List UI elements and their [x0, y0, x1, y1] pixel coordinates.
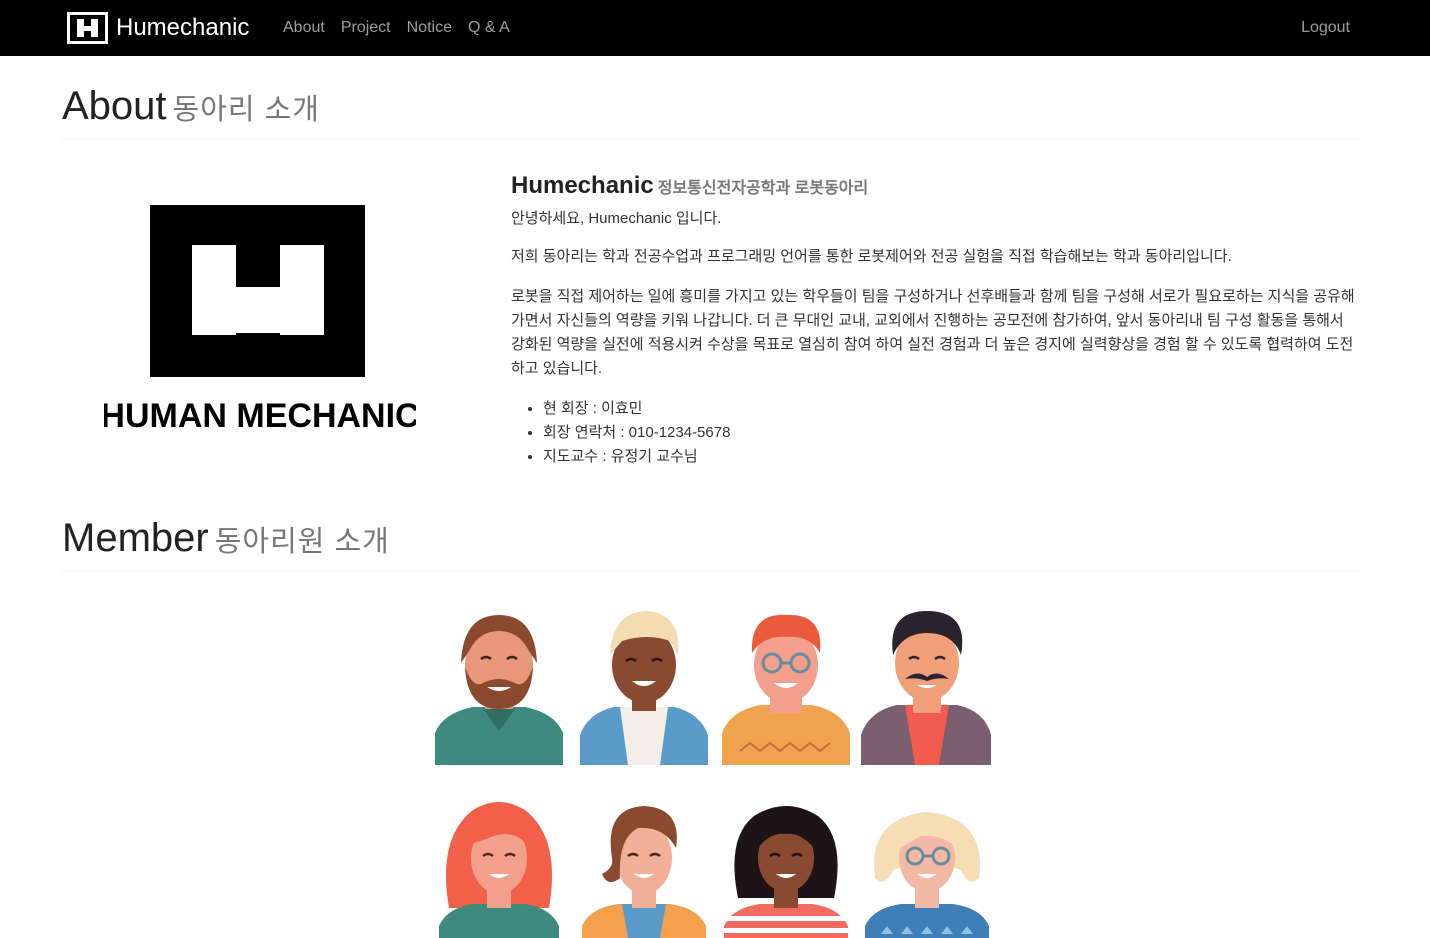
logo-wordmark: HUMAN MECHANIC [104, 397, 416, 435]
brown-hair-woman-avatar-icon [582, 806, 706, 938]
greeting-text: 안녕하세요, Humechanic 입니다. [511, 210, 722, 227]
human-mechanic-logo-icon: HUMAN MECHANIC [100, 205, 420, 435]
member-avatar-1[interactable] [433, 605, 565, 765]
blonde-man-avatar-icon [580, 611, 708, 765]
member-avatar-2[interactable] [578, 605, 710, 765]
member-heading-sub: 동아리원 소개 [214, 526, 390, 558]
member-avatar-5[interactable] [433, 798, 565, 938]
about-heading: About [62, 84, 167, 128]
member-avatar-3[interactable] [720, 605, 852, 765]
intro-paragraph-2: 로봇을 직접 제어하는 일에 흥미를 가지고 있는 학우들이 팀을 구성하거나 … [511, 288, 1355, 377]
member-avatar-8[interactable] [861, 798, 993, 938]
redhead-glasses-man-avatar-icon [722, 614, 850, 765]
nav-project[interactable]: Project [341, 17, 391, 39]
brand-name: Humechanic [116, 14, 250, 41]
nav-notice[interactable]: Notice [407, 17, 452, 39]
about-content: Humechanic 정보통신전자공학과 로봇동아리 안녕하세요, Humecha… [511, 170, 1361, 469]
mustache-man-avatar-icon [861, 611, 991, 765]
redhead-woman-avatar-icon [439, 802, 559, 938]
club-info-list: 현 회장 : 이효민 회장 연락처 : 010-1234-5678 지도교수 :… [511, 397, 1361, 469]
member-section-header: Member 동아리원 소개 [62, 516, 1360, 572]
bearded-man-avatar-icon [435, 615, 563, 765]
brand-logo-icon [67, 12, 108, 44]
nav-qna[interactable]: Q & A [468, 17, 510, 39]
nav-about[interactable]: About [283, 17, 325, 39]
top-navbar: Humechanic About Project Notice Q & A Lo… [0, 0, 1430, 56]
main-nav: About Project Notice Q & A [283, 17, 510, 39]
member-avatar-6[interactable] [578, 798, 710, 938]
club-desc: 정보통신전자공학과 로봇동아리 [657, 180, 869, 197]
club-title: Humechanic 정보통신전자공학과 로봇동아리 [511, 170, 1361, 205]
member-heading: Member [62, 516, 209, 560]
club-name: Humechanic [511, 172, 654, 199]
info-president: 현 회장 : 이효민 [543, 397, 1361, 421]
info-advisor: 지도교수 : 유정기 교수님 [543, 445, 1361, 469]
blonde-glasses-woman-avatar-icon [865, 812, 989, 938]
curly-hair-woman-avatar-icon [724, 806, 848, 938]
about-section-header: About 동아리 소개 [62, 84, 1360, 140]
brand-home-link[interactable]: Humechanic [67, 12, 249, 44]
info-contact: 회장 연락처 : 010-1234-5678 [543, 421, 1361, 445]
logout-link[interactable]: Logout [1301, 17, 1350, 39]
intro-paragraph-1: 저희 동아리는 학과 전공수업과 프로그래밍 언어를 통한 로봇제어와 전공 실… [511, 248, 1232, 265]
club-logo: HUMAN MECHANIC [100, 203, 420, 435]
member-avatar-7[interactable] [720, 798, 852, 938]
about-heading-sub: 동아리 소개 [172, 94, 320, 126]
member-avatar-4[interactable] [861, 605, 993, 765]
